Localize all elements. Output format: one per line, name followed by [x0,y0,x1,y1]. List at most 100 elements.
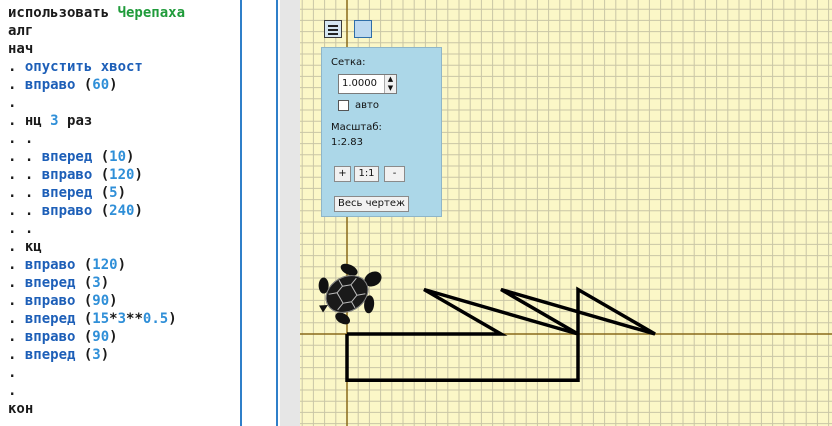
code-token: . [8,275,25,291]
code-token: 120 [109,167,135,183]
code-line[interactable]: . . вправо (240) [8,202,240,220]
code-token: * [109,311,118,327]
menu-icon[interactable] [324,20,342,38]
code-token: вправо [41,203,93,219]
code-line[interactable]: . вправо (90) [8,292,240,310]
spin-up-icon[interactable]: ▲ [385,75,396,84]
code-line[interactable]: . . вперед (10) [8,148,240,166]
code-token: ) [134,203,143,219]
code-token: кон [8,401,34,417]
code-token: . [8,293,25,309]
scale-label: Масштаб: [331,122,382,133]
code-token: 90 [92,293,110,309]
code-line[interactable]: . . [8,130,240,148]
code-token: . . [8,131,34,147]
code-line[interactable]: . . вправо (120) [8,166,240,184]
code-token: . [8,113,25,129]
zoom-reset-button[interactable]: 1:1 [354,166,379,182]
code-token: ( [75,293,93,309]
grid-value[interactable]: 1.0000 [342,78,377,89]
code-line[interactable]: . вперед (3) [8,274,240,292]
code-lines: использовать Черепаха алг нач. опустить хв… [8,4,240,418]
code-line[interactable]: . вправо (90) [8,328,240,346]
code-token: ) [100,275,110,291]
code-token: вперед [41,185,93,201]
code-token: . [8,329,25,345]
code-token: . [8,95,17,111]
code-token: вперед [24,311,76,327]
code-token: вперед [41,149,93,165]
code-line[interactable]: . . вперед (5) [8,184,240,202]
zoom-in-button[interactable]: + [334,166,351,182]
code-token: нц [24,113,51,129]
code-token: ) [168,311,177,327]
fit-drawing-button[interactable]: Весь чертеж [334,196,409,212]
code-token: ( [92,203,110,219]
spin-down-icon[interactable]: ▼ [385,84,396,93]
code-line[interactable]: . кц [8,238,240,256]
code-token: . [8,77,25,93]
code-token: ( [75,329,93,345]
auto-checkbox[interactable] [338,100,349,111]
auto-label: авто [355,100,379,111]
code-token: ( [75,311,93,327]
code-token: 3 [92,347,101,363]
code-token: раз [58,113,93,129]
zoom-out-button[interactable]: - [384,166,405,182]
code-line[interactable]: . [8,364,240,382]
code-line[interactable]: . [8,382,240,400]
code-token: . [8,347,25,363]
code-line[interactable]: . вправо (60) [8,76,240,94]
code-line[interactable]: кон [8,400,240,418]
code-token: 0.5 [142,311,169,327]
code-token: 3 [117,311,127,327]
code-token: ( [75,77,93,93]
code-token: . [8,383,17,399]
code-line[interactable]: нач [8,40,240,58]
code-token: 240 [109,203,135,219]
code-line[interactable]: . вправо (120) [8,256,240,274]
code-line[interactable]: . опустить хвост [8,58,240,76]
code-token: 60 [92,77,110,93]
code-token: вправо [24,257,76,273]
code-token: ) [134,167,143,183]
code-line[interactable]: алг [8,22,240,40]
window-square-icon[interactable] [354,20,372,38]
code-token: ) [109,77,118,93]
code-token: опустить хвост [24,59,143,75]
code-token: . . [8,221,34,237]
code-token: вправо [24,329,76,345]
code-token: ( [75,275,93,291]
pane-splitter[interactable] [280,0,300,426]
code-line[interactable]: . нц 3 раз [8,112,240,130]
code-token: . . [8,149,42,165]
editor-margin-line [240,0,242,426]
code-token: . [8,311,25,327]
code-line[interactable]: . вперед (15*3**0.5) [8,310,240,328]
code-token: ) [109,293,118,309]
code-token: Черепаха [117,5,186,21]
code-token: . . [8,203,42,219]
turtle-canvas[interactable]: Сетка: 1.0000 ▲ ▼ авто Масштаб: 1:2.83 +… [300,0,832,426]
code-token: ) [117,185,127,201]
code-token: 3 [92,275,101,291]
code-token: ) [117,257,127,273]
code-token: . [8,365,17,381]
code-token: 90 [92,329,110,345]
code-token: ) [100,347,110,363]
code-token: 5 [109,185,118,201]
code-line[interactable]: . . [8,220,240,238]
code-line[interactable]: . вперед (3) [8,346,240,364]
grid-spinbox[interactable]: 1.0000 ▲ ▼ [338,74,397,94]
code-token: ( [75,347,93,363]
spin-arrows[interactable]: ▲ ▼ [384,75,396,93]
code-line[interactable]: . [8,94,240,112]
code-token: 120 [92,257,118,273]
code-token: вправо [24,77,76,93]
code-token: 10 [109,149,127,165]
code-line[interactable]: использовать Черепаха [8,4,240,22]
code-editor[interactable]: использовать Черепаха алг нач. опустить хв… [0,0,280,426]
code-token: нач [8,41,34,57]
code-token: использовать [8,5,118,21]
code-token: вправо [24,293,76,309]
